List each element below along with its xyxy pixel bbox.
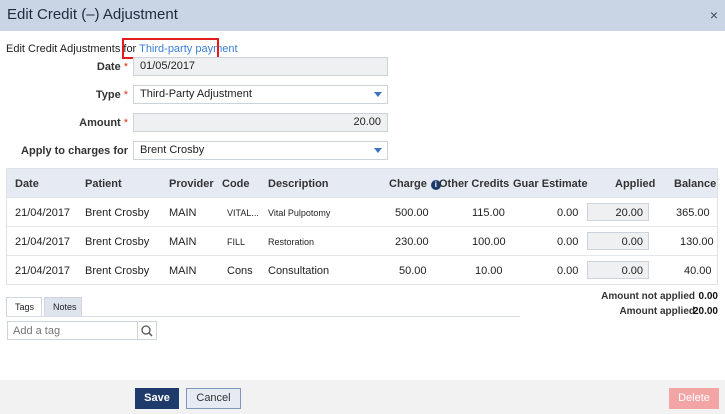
applied-input[interactable]: 0.00: [587, 261, 649, 279]
cell-provider: MAIN: [169, 265, 197, 277]
applied-input[interactable]: 0.00: [587, 232, 649, 250]
col-description[interactable]: Description: [268, 178, 329, 190]
cancel-button[interactable]: Cancel: [186, 388, 241, 409]
table-row[interactable]: 21/04/2017 Brent Crosby MAIN VITAL... Vi…: [7, 197, 717, 226]
type-select-value: Third-Party Adjustment: [140, 88, 252, 100]
cell-balance: 130.00: [680, 236, 714, 248]
edit-credit-adjustment-dialog: Edit Credit (–) Adjustment × Edit Credit…: [0, 0, 725, 414]
col-guar-estimate[interactable]: Guar Estimate: [513, 178, 588, 190]
table-row[interactable]: 21/04/2017 Brent Crosby MAIN Cons Consul…: [7, 255, 717, 284]
delete-button[interactable]: Delete: [669, 388, 719, 409]
amount-applied-label: Amount applied: [619, 306, 695, 317]
cell-patient: Brent Crosby: [85, 236, 150, 248]
col-patient[interactable]: Patient: [85, 178, 122, 190]
cell-description: Consultation: [268, 265, 330, 277]
cell-provider: MAIN: [169, 236, 197, 248]
cell-guar-estimate: 0.00: [557, 236, 579, 248]
cell-date: 21/04/2017: [15, 236, 71, 248]
cell-code: VITAL...: [227, 208, 259, 218]
context-prefix: Edit Credit Adjustments for: [6, 43, 137, 55]
apply-to-label: Apply to charges for: [21, 145, 128, 157]
cell-other-credits: 115.00: [472, 207, 505, 219]
cell-guar-estimate: 0.00: [557, 265, 579, 277]
date-label: Date *: [96, 61, 128, 73]
cell-code: FILL: [227, 237, 246, 247]
charges-table: Date Patient Provider Code Description C…: [6, 168, 718, 285]
dialog-title: Edit Credit (–) Adjustment: [7, 6, 178, 23]
title-bar: Edit Credit (–) Adjustment ×: [0, 0, 725, 31]
apply-to-select[interactable]: Brent Crosby: [133, 141, 388, 160]
amount-not-applied-value: 0.00: [698, 291, 718, 302]
tag-input[interactable]: [7, 321, 138, 340]
table-header: Date Patient Provider Code Description C…: [7, 169, 717, 197]
cell-description: Restoration: [268, 237, 315, 247]
chevron-down-icon: [374, 92, 382, 97]
type-select[interactable]: Third-Party Adjustment: [133, 85, 388, 104]
tab-divider: [6, 316, 520, 317]
applied-input[interactable]: 20.00: [587, 203, 649, 221]
cell-code: Cons: [227, 265, 253, 277]
col-date[interactable]: Date: [15, 178, 39, 190]
cell-patient: Brent Crosby: [85, 207, 150, 219]
save-button[interactable]: Save: [135, 388, 179, 409]
cell-other-credits: 100.00: [472, 236, 506, 248]
col-applied[interactable]: Applied: [615, 178, 655, 190]
cell-description: Vital Pulpotomy: [268, 208, 331, 218]
cell-charge: 230.00: [395, 236, 429, 248]
cell-date: 21/04/2017: [15, 207, 71, 219]
close-icon[interactable]: ×: [710, 7, 718, 23]
amount-applied-value: 20.00: [692, 306, 718, 317]
highlight-box: [122, 38, 219, 59]
cell-balance: 40.00: [684, 265, 712, 277]
type-label: Type *: [95, 89, 128, 101]
cell-charge: 500.00: [395, 207, 429, 219]
cell-other-credits: 10.00: [475, 265, 503, 277]
col-charge[interactable]: Charge i: [389, 178, 441, 190]
cell-date: 21/04/2017: [15, 265, 71, 277]
dialog-footer: Save Cancel Delete: [0, 380, 725, 414]
col-balance[interactable]: Balance: [674, 178, 716, 190]
tab-tags[interactable]: Tags: [6, 297, 42, 317]
table-row[interactable]: 21/04/2017 Brent Crosby MAIN FILL Restor…: [7, 226, 717, 255]
col-code[interactable]: Code: [222, 178, 250, 190]
amount-field[interactable]: 20.00: [133, 113, 388, 132]
cell-balance: 365.00: [676, 207, 710, 219]
cell-charge: 50.00: [399, 265, 427, 277]
search-icon[interactable]: [138, 321, 157, 340]
chevron-down-icon: [374, 148, 382, 153]
apply-to-select-value: Brent Crosby: [140, 144, 205, 156]
col-provider[interactable]: Provider: [169, 178, 214, 190]
cell-patient: Brent Crosby: [85, 265, 150, 277]
amount-not-applied-label: Amount not applied: [601, 291, 695, 302]
amount-label: Amount *: [79, 117, 128, 129]
date-field[interactable]: 01/05/2017: [133, 57, 388, 76]
cell-guar-estimate: 0.00: [557, 207, 579, 219]
cell-provider: MAIN: [169, 207, 197, 219]
tab-notes[interactable]: Notes: [44, 297, 82, 317]
col-other-credits[interactable]: Other Credits: [439, 178, 509, 190]
